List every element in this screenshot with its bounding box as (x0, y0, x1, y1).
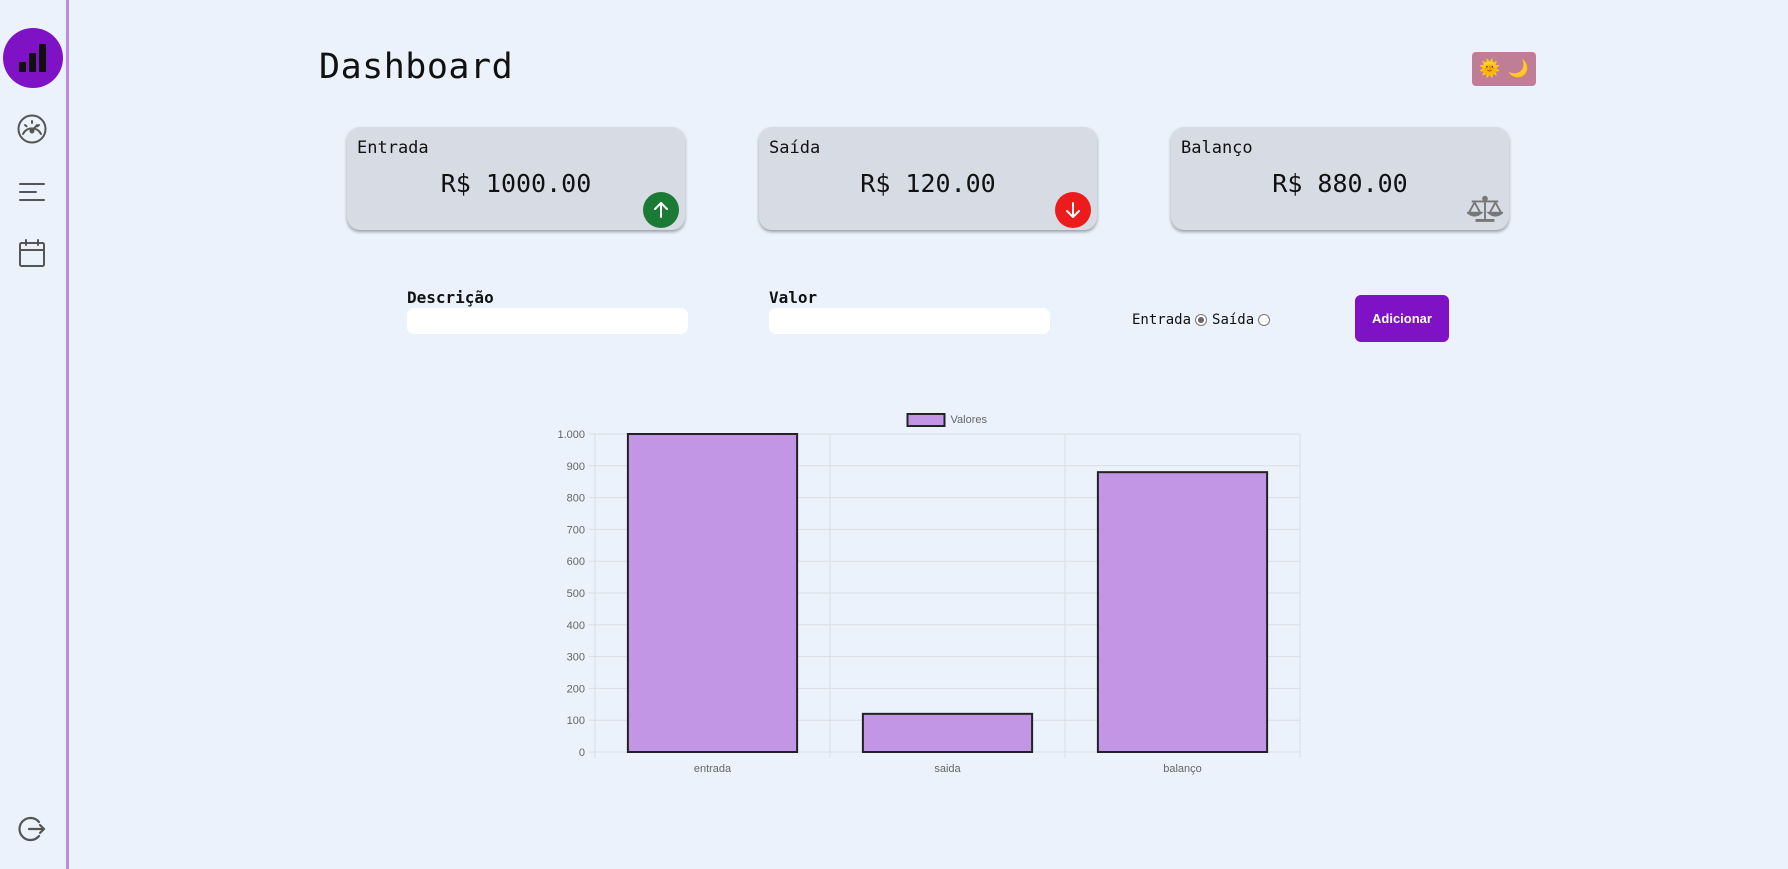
card-label: Entrada (357, 138, 429, 158)
card-label: Saída (769, 138, 821, 158)
y-tick-label: 900 (567, 461, 585, 473)
x-tick-label: saida (934, 763, 961, 775)
y-tick-label: 600 (567, 556, 585, 568)
card-value: R$ 120.00 (860, 169, 996, 198)
logout-icon (18, 816, 46, 842)
logo[interactable] (3, 28, 63, 88)
y-tick-label: 300 (567, 652, 585, 664)
card-value: R$ 1000.00 (440, 169, 592, 198)
description-input[interactable] (407, 308, 688, 334)
arrow-up-icon (643, 192, 679, 228)
nav-dashboard[interactable] (16, 113, 48, 145)
radio-entrada[interactable] (1195, 314, 1208, 326)
y-tick-label: 700 (567, 524, 585, 536)
bar (861, 712, 1034, 753)
y-tick-label: 0 (579, 747, 585, 759)
balance-scale-icon (1467, 192, 1503, 228)
x-tick-label: entrada (694, 763, 732, 775)
income-card: Entrada R$ 1000.00 (347, 127, 685, 230)
y-tick-label: 500 (567, 588, 585, 600)
y-tick-label: 100 (567, 715, 585, 727)
type-radio-group: Entrada Saída (1132, 312, 1275, 328)
y-tick-label: 200 (567, 683, 585, 695)
card-value: R$ 880.00 (1272, 169, 1408, 198)
balance-card: Balanço R$ 880.00 (1171, 127, 1509, 230)
page-title: Dashboard (319, 47, 514, 87)
logout-button[interactable] (16, 813, 48, 845)
arrow-down-icon (1055, 192, 1091, 228)
radio-saida[interactable] (1258, 314, 1271, 326)
bar-chart-icon (19, 44, 46, 72)
nav-calendar[interactable] (16, 237, 48, 269)
legend-swatch (906, 413, 946, 427)
sun-icon: 🌞 (1479, 59, 1501, 79)
y-tick-label: 800 (567, 493, 585, 505)
radio-entrada-label: Entrada (1132, 312, 1192, 328)
legend-label: Valores (951, 414, 988, 426)
bar-chart: 0 100 200 300 400 500 600 700 800 900 1.000 entrada… (557, 413, 1301, 775)
bar (626, 433, 799, 753)
calendar-icon (19, 239, 45, 267)
bar (1096, 471, 1269, 753)
theme-toggle-button[interactable]: 🌞 🌙 (1472, 52, 1536, 86)
sidebar (0, 0, 69, 869)
add-button[interactable]: Adicionar (1355, 295, 1449, 342)
speedometer-icon (17, 114, 47, 144)
card-label: Balanço (1181, 138, 1253, 158)
description-label: Descrição (407, 288, 494, 307)
moon-icon: 🌙 (1507, 59, 1529, 79)
value-input[interactable] (769, 308, 1050, 334)
nav-list[interactable] (16, 176, 48, 208)
y-tick-label: 400 (567, 620, 585, 632)
expense-card: Saída R$ 120.00 (759, 127, 1097, 230)
x-tick-label: balanço (1163, 763, 1202, 775)
y-tick-label: 1.000 (557, 429, 585, 441)
list-icon (19, 183, 45, 201)
radio-saida-label: Saída (1212, 312, 1255, 328)
value-label: Valor (769, 288, 818, 307)
